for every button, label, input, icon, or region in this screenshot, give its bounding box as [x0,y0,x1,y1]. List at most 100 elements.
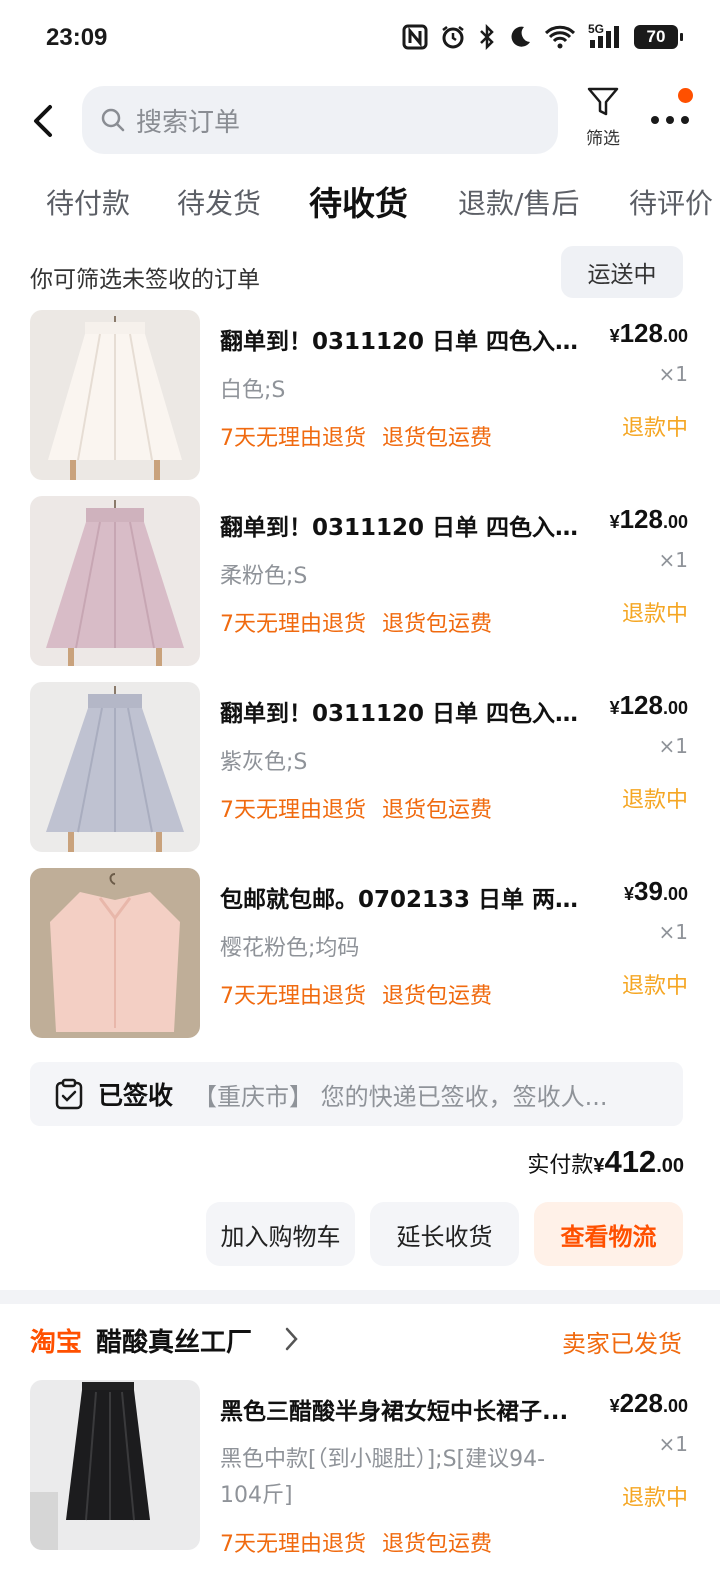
taobao-brand-label: 淘宝 [30,1328,83,1358]
order-item[interactable]: 翻单到！0311120 日单 四色入 ... ¥128.00 紫灰色;S ×1 … [0,682,720,852]
tab-pending-payment[interactable]: 待付款 [46,176,130,232]
wifi-icon [544,25,576,49]
product-thumbnail[interactable] [30,868,200,1038]
shipping-tag: 退货包运费 [382,1532,493,1557]
more-button[interactable] [648,104,692,136]
price-integer: 228 [619,1388,663,1418]
product-thumbnail[interactable] [30,310,200,480]
product-price: ¥128.00 [610,318,688,349]
product-price: ¥128.00 [610,504,688,535]
product-price: ¥228.00 [610,1388,688,1419]
order-actions: 加入购物车 延长收货 查看物流 [0,1202,720,1266]
price-integer: 39 [634,876,663,906]
total-decimal: .00 [656,1155,684,1177]
tab-refund-aftersale[interactable]: 退款/售后 [458,176,579,232]
product-thumbnail[interactable] [30,1380,200,1550]
product-thumbnail[interactable] [30,496,200,666]
search-input[interactable]: 搜索订单 [82,86,558,154]
product-quantity: ×1 [658,1432,688,1456]
product-spec: 黑色中款[（到小腿肚）];S[建议94-104斤] [220,1447,546,1508]
return-tag: 7天无理由退货 [220,426,366,451]
search-placeholder: 搜索订单 [136,107,241,138]
service-tags: 7天无理由退货 退货包运费 [220,978,492,1010]
chevron-right-icon [285,1327,298,1351]
price-currency: ¥ [609,698,620,718]
return-tag: 7天无理由退货 [220,984,366,1009]
order-item[interactable]: 黑色三醋酸半身裙女短中长裙子... ¥228.00 黑色中款[（到小腿肚）];S… [0,1380,720,1570]
filter-hint-row: 你可筛选未签收的订单 运送中 [0,246,720,300]
shipping-tag: 退货包运费 [382,426,493,451]
order-status: 卖家已发货 [562,1330,682,1358]
bluetooth-icon [478,24,496,50]
product-spec: 樱花粉色;均码 [220,936,360,961]
price-integer: 128 [619,504,663,534]
battery-indicator: 70 [634,25,683,49]
more-dot-icon [666,116,674,124]
status-time: 23:09 [46,24,108,51]
order-item[interactable]: 翻单到！0311120 日单 四色入 ... ¥128.00 白色;S ×1 退… [0,310,720,480]
shipping-tag: 退货包运费 [382,798,493,823]
shop-header[interactable]: 淘宝 醋酸真丝工厂 卖家已发货 [0,1316,720,1366]
product-thumbnail[interactable] [30,682,200,852]
product-title[interactable]: 黑色三醋酸半身裙女短中长裙子... [220,1392,580,1426]
blouse-image-icon [30,868,200,1038]
add-to-cart-button[interactable]: 加入购物车 [206,1202,355,1266]
product-quantity: ×1 [658,362,688,386]
product-quantity: ×1 [658,548,688,572]
product-spec: 紫灰色;S [220,750,308,775]
price-currency: ¥ [609,326,620,346]
tab-pending-review[interactable]: 待评价 [629,176,713,232]
skirt-image-icon [30,496,200,666]
price-decimal: .00 [662,326,688,346]
product-spec: 白色;S [220,378,286,403]
product-quantity: ×1 [658,920,688,944]
back-button[interactable] [26,102,60,140]
price-currency: ¥ [609,1396,620,1416]
return-tag: 7天无理由退货 [220,798,366,823]
tab-pending-shipment[interactable]: 待发货 [177,176,261,232]
refund-status: 退款中 [621,416,688,441]
product-title[interactable]: 翻单到！0311120 日单 四色入 ... [220,322,580,356]
product-quantity: ×1 [658,734,688,758]
alarm-icon [440,24,466,50]
order-divider [0,1290,720,1304]
shipping-tag: 退货包运费 [382,612,493,637]
more-dot-icon [651,116,659,124]
service-tags: 7天无理由退货 退货包运费 [220,606,492,638]
product-price: ¥39.00 [624,876,688,907]
filter-label: 筛选 [586,129,620,149]
price-decimal: .00 [662,512,688,532]
service-tags: 7天无理由退货 退货包运费 [220,1526,492,1558]
product-title[interactable]: 翻单到！0311120 日单 四色入 ... [220,694,580,728]
product-spec: 柔粉色;S [220,564,308,589]
return-tag: 7天无理由退货 [220,612,366,637]
price-decimal: .00 [662,1396,688,1416]
filter-button[interactable]: 筛选 [578,84,628,156]
skirt-image-icon [30,682,200,852]
product-title[interactable]: 翻单到！0311120 日单 四色入 ... [220,508,580,542]
product-price: ¥128.00 [610,690,688,721]
filter-icon [587,87,619,116]
shipping-filter-chip[interactable]: 运送中 [561,246,683,298]
refund-status: 退款中 [621,788,688,813]
moon-icon [508,25,532,49]
price-integer: 128 [619,318,663,348]
order-item[interactable]: 翻单到！0311120 日单 四色入 ... ¥128.00 柔粉色;S ×1 … [0,496,720,666]
refund-status: 退款中 [621,974,688,999]
total-integer: 412 [604,1144,657,1179]
order-item[interactable]: 包邮就包邮。0702133 日单 两色... ¥39.00 樱花粉色;均码 ×1… [0,868,720,1038]
clipboard-check-icon [55,1078,83,1110]
total-currency: ¥ [593,1155,605,1177]
view-logistics-button[interactable]: 查看物流 [534,1202,683,1266]
shop-name[interactable]: 醋酸真丝工厂 [96,1322,252,1359]
logistics-message: 【重庆市】 您的快递已签收，签收人... [193,1082,608,1111]
logistics-status-bar[interactable]: 已签收 【重庆市】 您的快递已签收，签收人... [30,1062,683,1126]
extend-receipt-button[interactable]: 延长收货 [370,1202,519,1266]
price-decimal: .00 [662,698,688,718]
product-title[interactable]: 包邮就包邮。0702133 日单 两色... [220,880,580,914]
filter-hint-text: 你可筛选未签收的订单 [30,267,260,293]
order-total: 实付款¥412.00 [527,1144,684,1180]
tab-pending-receipt[interactable]: 待收货 [309,176,408,232]
black-skirt-image-icon [30,1380,200,1550]
service-tags: 7天无理由退货 退货包运费 [220,792,492,824]
